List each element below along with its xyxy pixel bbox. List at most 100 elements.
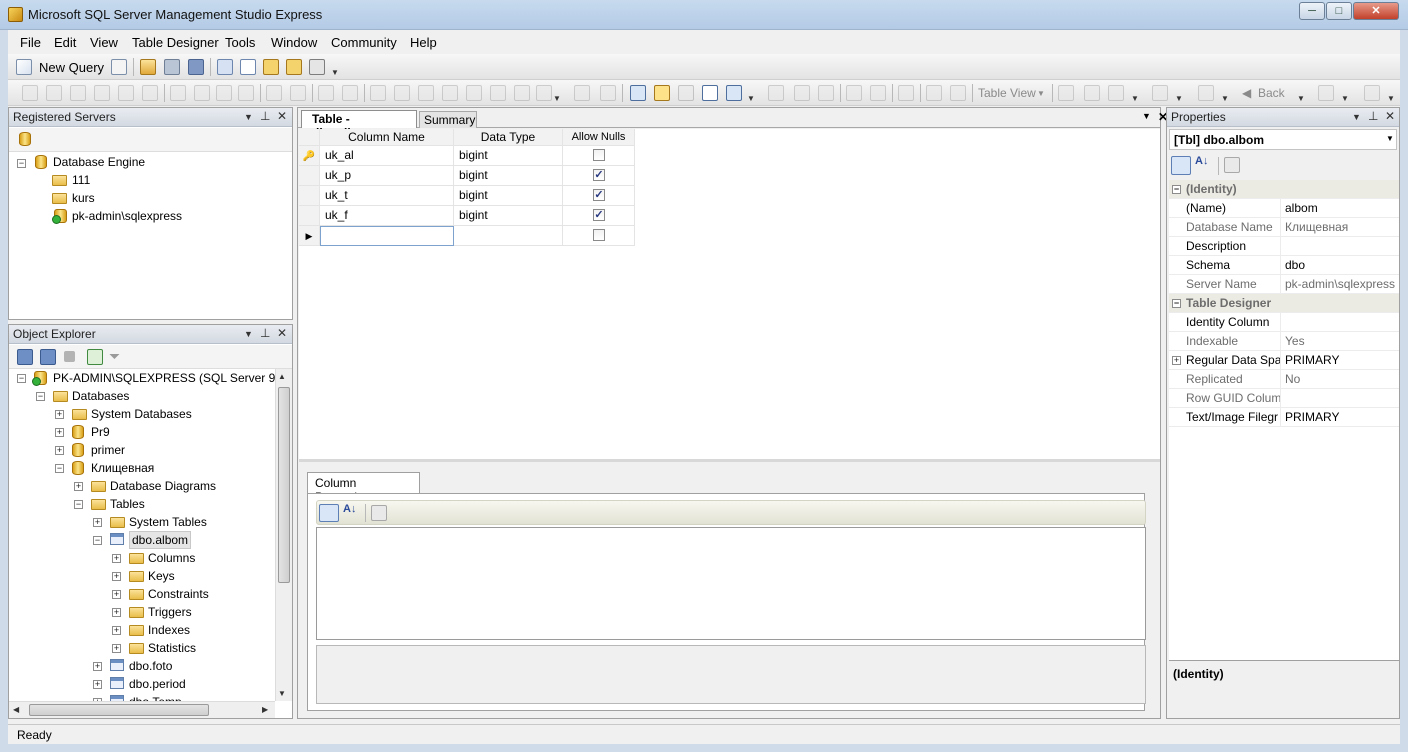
allow-nulls-checkbox[interactable]: ✓ <box>593 169 605 181</box>
cell-data-type[interactable]: bigint <box>454 166 563 186</box>
relationships-icon[interactable] <box>630 85 646 101</box>
collapse-icon[interactable]: − <box>17 374 26 383</box>
property-row[interactable]: + Regular Data Spac PRIMARY <box>1169 351 1399 370</box>
expand-icon[interactable]: + <box>112 608 121 617</box>
cell-data-type[interactable]: bigint <box>454 146 563 166</box>
tree-item[interactable]: Databases <box>72 387 129 405</box>
object-explorer-icon[interactable] <box>240 59 256 75</box>
toolbar-overflow-icon[interactable]: ▼ <box>1296 84 1306 103</box>
cell-column-name[interactable]: uk_f <box>320 206 454 226</box>
header-column-name[interactable]: Column Name <box>320 129 454 146</box>
template-explorer-icon[interactable] <box>263 59 279 75</box>
menu-tools[interactable]: Tools <box>225 35 255 50</box>
expand-icon[interactable]: + <box>1172 356 1181 365</box>
property-value[interactable]: Клищевная <box>1285 218 1348 237</box>
menu-window[interactable]: Window <box>271 35 317 50</box>
tab-summary[interactable]: Summary <box>419 111 477 128</box>
toolbar-overflow-icon[interactable]: ▼ <box>330 58 340 77</box>
collapse-icon[interactable]: − <box>74 500 83 509</box>
panel-dropdown-icon[interactable]: ▼ <box>1352 112 1361 122</box>
menu-community[interactable]: Community <box>331 35 397 50</box>
property-row[interactable]: Row GUID Colum <box>1169 389 1399 408</box>
vertical-scrollbar[interactable]: ▲ ▼ <box>275 369 292 701</box>
database-engine-icon[interactable] <box>19 132 31 146</box>
tree-item[interactable]: dbo.albom <box>129 531 192 549</box>
panel-dropdown-icon[interactable]: ▼ <box>244 112 253 122</box>
tree-item[interactable]: Statistics <box>148 639 196 657</box>
row-selector[interactable] <box>299 206 320 226</box>
tab-column-properties[interactable]: Column Properties <box>307 472 420 504</box>
pin-icon[interactable]: ⊥ <box>260 109 270 123</box>
new-query-button[interactable]: New Query <box>39 60 104 75</box>
tree-item-server[interactable]: pk-admin\sqlexpress <box>72 207 182 225</box>
categorized-icon[interactable] <box>1171 156 1191 175</box>
maximize-button[interactable]: □ <box>1326 2 1352 20</box>
toolbar-overflow-icon[interactable]: ▼ <box>1220 84 1230 103</box>
menu-table-designer[interactable]: Table Designer <box>132 35 219 50</box>
cell-data-type[interactable] <box>454 226 563 246</box>
scroll-right-icon[interactable]: ▶ <box>262 705 268 714</box>
property-value[interactable]: pk-admin\sqlexpress <box>1285 275 1395 294</box>
minimize-button[interactable]: ─ <box>1299 2 1325 20</box>
tree-item-kurs[interactable]: kurs <box>72 189 95 207</box>
scroll-up-icon[interactable]: ▲ <box>278 372 286 381</box>
allow-nulls-checkbox[interactable] <box>593 149 605 161</box>
expand-icon[interactable]: + <box>112 626 121 635</box>
expand-icon[interactable]: + <box>112 572 121 581</box>
collapse-icon[interactable]: − <box>93 536 102 545</box>
pin-icon[interactable]: ⊥ <box>260 326 270 340</box>
scroll-down-icon[interactable]: ▼ <box>278 689 286 698</box>
property-row[interactable]: Identity Column <box>1169 313 1399 332</box>
expand-icon[interactable]: + <box>93 662 102 671</box>
scroll-left-icon[interactable]: ◀ <box>13 705 19 714</box>
menu-help[interactable]: Help <box>410 35 437 50</box>
property-value[interactable]: dbo <box>1285 256 1305 275</box>
refresh-icon[interactable] <box>87 349 103 365</box>
expand-icon[interactable]: + <box>55 410 64 419</box>
new-query-icon[interactable] <box>16 59 32 75</box>
cell-data-type[interactable]: bigint <box>454 186 563 206</box>
toolbar-overflow-icon[interactable]: ▼ <box>552 84 562 103</box>
row-selector[interactable]: 🔑 <box>299 146 320 166</box>
close-panel-icon[interactable]: ✕ <box>277 326 287 340</box>
expand-icon[interactable]: + <box>93 680 102 689</box>
panel-dropdown-icon[interactable]: ▼ <box>244 329 253 339</box>
tree-item[interactable]: Tables <box>110 495 145 513</box>
expand-icon[interactable]: + <box>55 428 64 437</box>
xml-indexes-icon[interactable] <box>702 85 718 101</box>
expand-icon[interactable]: + <box>93 518 102 527</box>
tree-item[interactable]: Constraints <box>148 585 209 603</box>
pin-icon[interactable]: ⊥ <box>1368 109 1378 123</box>
property-row[interactable]: Description <box>1169 237 1399 256</box>
property-value[interactable]: No <box>1285 370 1300 389</box>
property-value[interactable]: albom <box>1285 199 1318 218</box>
tree-item[interactable]: Indexes <box>148 621 190 639</box>
cell-column-name[interactable]: uk_t <box>320 186 454 206</box>
toolbar-overflow-icon[interactable]: ▼ <box>746 84 756 103</box>
sort-alphabetical-icon[interactable]: A↓ <box>1195 156 1213 174</box>
tab-table-dbo-albom[interactable]: Table - dbo.albom <box>301 110 417 140</box>
horizontal-scrollbar[interactable]: ◀ ▶ <box>9 701 275 718</box>
menu-view[interactable]: View <box>90 35 118 50</box>
toolbar-overflow-icon[interactable]: ▼ <box>1130 84 1140 103</box>
chevron-down-icon[interactable]: ▼ <box>1386 134 1394 143</box>
categorized-icon[interactable] <box>319 504 339 522</box>
toolbar-overflow-icon[interactable]: ▼ <box>1386 84 1396 103</box>
close-panel-icon[interactable]: ✕ <box>277 109 287 123</box>
tree-item-111[interactable]: 111 <box>72 171 90 189</box>
open-file-icon[interactable] <box>140 59 156 75</box>
close-panel-icon[interactable]: ✕ <box>1385 109 1395 123</box>
check-constraints-icon[interactable] <box>726 85 742 101</box>
cell-column-name[interactable]: uk_p <box>320 166 454 186</box>
allow-nulls-checkbox[interactable]: ✓ <box>593 189 605 201</box>
property-category[interactable]: − (Identity) <box>1169 180 1399 199</box>
property-row[interactable]: Indexable Yes <box>1169 332 1399 351</box>
tree-item[interactable]: Database Diagrams <box>110 477 216 495</box>
property-row[interactable]: (Name) albom <box>1169 199 1399 218</box>
new-file-icon[interactable] <box>111 59 127 75</box>
property-category[interactable]: − Table Designer <box>1169 294 1399 313</box>
tree-item[interactable]: dbo.period <box>129 675 186 693</box>
property-value[interactable]: PRIMARY <box>1285 351 1339 370</box>
cell-column-name[interactable] <box>320 226 454 246</box>
cell-column-name[interactable]: uk_al <box>320 146 454 166</box>
